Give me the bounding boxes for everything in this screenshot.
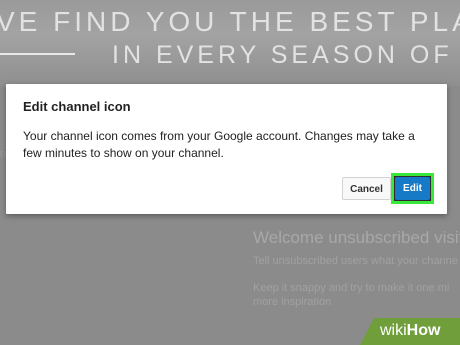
watermark-how: How — [406, 322, 441, 339]
cancel-button[interactable]: Cancel — [342, 177, 391, 200]
welcome-description-line: more inspiration — [253, 296, 332, 308]
banner-rule — [0, 53, 75, 55]
welcome-title: Welcome unsubscribed visito — [253, 228, 460, 247]
watermark-wiki: wiki — [380, 322, 407, 339]
dialog-title: Edit channel icon — [23, 99, 131, 114]
channel-banner: VE FIND YOU THE BEST PLACE FO IN EVERY S… — [0, 0, 460, 86]
welcome-description-line: Tell unsubscribed users what your channe — [253, 255, 458, 267]
wikihow-watermark: wikiHow — [380, 322, 440, 340]
banner-text-line2: IN EVERY SEASON OF TH — [112, 41, 460, 69]
welcome-description-line: Keep it snappy and try to make it one mi — [253, 282, 450, 294]
edit-button[interactable]: Edit — [395, 177, 430, 200]
banner-text-line1: VE FIND YOU THE BEST PLACE FO — [0, 6, 460, 37]
edit-channel-icon-dialog: Edit channel icon Your channel icon come… — [6, 84, 447, 214]
dialog-message: Your channel icon comes from your Google… — [23, 129, 415, 160]
